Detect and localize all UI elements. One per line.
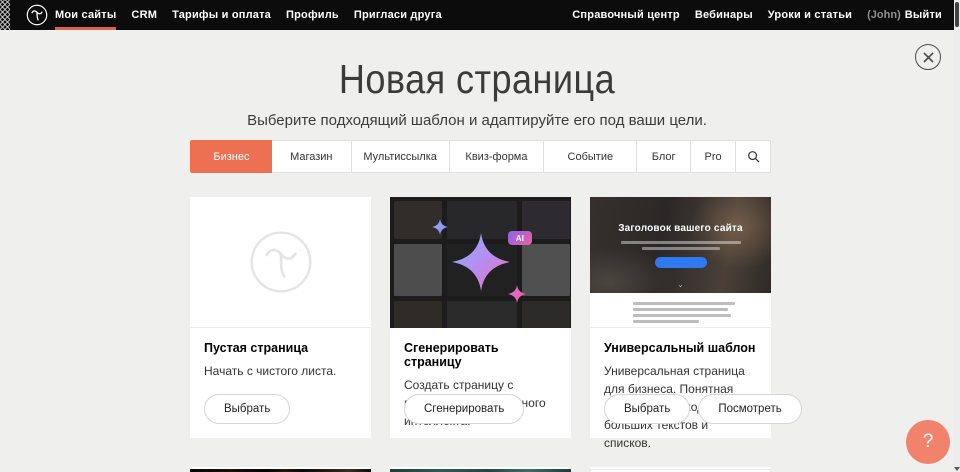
left-edge-texture (0, 0, 10, 30)
nav-left-menu: Мои сайты CRM Тарифы и оплата Профиль Пр… (55, 0, 442, 30)
search-icon (747, 150, 760, 163)
scrollbar-down-arrow[interactable] (954, 467, 960, 471)
question-mark-icon: ? (923, 431, 934, 453)
template-hero-heading: Заголовок вашего сайта (590, 223, 771, 234)
page-scrollbar[interactable] (954, 0, 960, 472)
template-card-ai-generate[interactable]: AI Сгенерировать страницу Создать страни… (390, 197, 571, 438)
nav-right-menu: Справочный центр Вебинары Уроки и статьи… (572, 0, 942, 30)
universal-template-preview: Заголовок вашего сайта ⌄ (590, 197, 771, 328)
template-cta-button (655, 257, 707, 268)
next-row-template-cards (190, 467, 771, 472)
nav-item-profile[interactable]: Профиль (286, 0, 339, 30)
tilda-logo-watermark-icon (249, 230, 313, 294)
template-card-partial[interactable] (590, 467, 771, 472)
ai-badge: AI (508, 231, 532, 245)
tab-blog[interactable]: Блог (637, 141, 691, 172)
chevron-down-icon: ⌄ (677, 281, 684, 289)
placeholder-text-line (633, 320, 698, 323)
close-modal-button[interactable] (915, 44, 941, 70)
nav-item-invite-friend[interactable]: Пригласи друга (354, 0, 442, 30)
card-title: Сгенерировать страницу (404, 341, 557, 369)
template-card-partial[interactable] (390, 467, 571, 472)
tab-quiz-form[interactable]: Квиз-форма (450, 141, 545, 172)
card-description: Начать с чистого листа. (204, 362, 357, 380)
nav-logout-link[interactable]: Выйти (905, 0, 942, 30)
generate-button[interactable]: Сгенерировать (404, 394, 524, 424)
page-title: Новая страница (57, 56, 897, 103)
scrollbar-thumb[interactable] (955, 2, 959, 27)
placeholder-text-line (621, 241, 741, 244)
card-info: Универсальный шаблон Универсальная стран… (590, 328, 771, 438)
placeholder-text-line (633, 314, 731, 317)
nav-item-my-sites[interactable]: Мои сайты (55, 0, 116, 30)
template-card-blank-page[interactable]: Пустая страница Начать с чистого листа. … (190, 197, 371, 438)
template-hero-section: Заголовок вашего сайта ⌄ (590, 197, 771, 293)
placeholder-text-line (633, 302, 734, 305)
nav-user-name: (John) (867, 9, 901, 21)
page-subtitle: Выберите подходящий шаблон и адаптируйте… (0, 112, 954, 129)
nav-item-help-center[interactable]: Справочный центр (572, 0, 680, 30)
tab-pro[interactable]: Pro (691, 141, 736, 172)
tilda-logo-icon[interactable] (26, 4, 48, 26)
card-title: Универсальный шаблон (604, 341, 757, 355)
placeholder-text-line (633, 308, 727, 311)
template-card-universal[interactable]: Заголовок вашего сайта ⌄ Универсальный ш… (590, 197, 771, 438)
card-buttons: Выбрать (204, 394, 290, 424)
card-title: Пустая страница (204, 341, 357, 355)
top-navigation-bar: Мои сайты CRM Тарифы и оплата Профиль Пр… (0, 0, 954, 30)
template-cards-row: Пустая страница Начать с чистого листа. … (190, 197, 771, 438)
template-category-tabs: Бизнес Магазин Мультиссылка Квиз-форма С… (190, 140, 771, 173)
choose-universal-button[interactable]: Выбрать (604, 394, 690, 424)
template-card-partial[interactable] (190, 467, 371, 472)
ai-generate-preview: AI (390, 197, 571, 328)
choose-blank-button[interactable]: Выбрать (204, 394, 290, 424)
nav-item-webinars[interactable]: Вебинары (695, 0, 753, 30)
tab-event[interactable]: Событие (544, 141, 637, 172)
nav-item-lessons-articles[interactable]: Уроки и статьи (768, 0, 852, 30)
nav-item-crm[interactable]: CRM (131, 0, 157, 30)
ai-sparkle-icon: AI (390, 197, 571, 328)
blank-page-preview (190, 197, 371, 328)
nav-item-plans-payment[interactable]: Тарифы и оплата (172, 0, 271, 30)
tab-multilink[interactable]: Мультиссылка (352, 141, 450, 172)
help-button[interactable]: ? (906, 420, 950, 464)
preview-universal-button[interactable]: Посмотреть (698, 394, 801, 424)
card-info: Сгенерировать страницу Создать страницу … (390, 328, 571, 438)
tab-business[interactable]: Бизнес (191, 141, 272, 172)
card-buttons: Выбрать Посмотреть (604, 394, 802, 424)
template-text-section (590, 293, 771, 328)
placeholder-text-line (642, 247, 720, 250)
tab-shop[interactable]: Магазин (272, 141, 352, 172)
search-tab[interactable] (736, 141, 770, 172)
app-screen: Мои сайты CRM Тарифы и оплата Профиль Пр… (0, 0, 960, 472)
close-icon (923, 52, 934, 63)
card-buttons: Сгенерировать (404, 394, 524, 424)
card-info: Пустая страница Начать с чистого листа. … (190, 328, 371, 438)
